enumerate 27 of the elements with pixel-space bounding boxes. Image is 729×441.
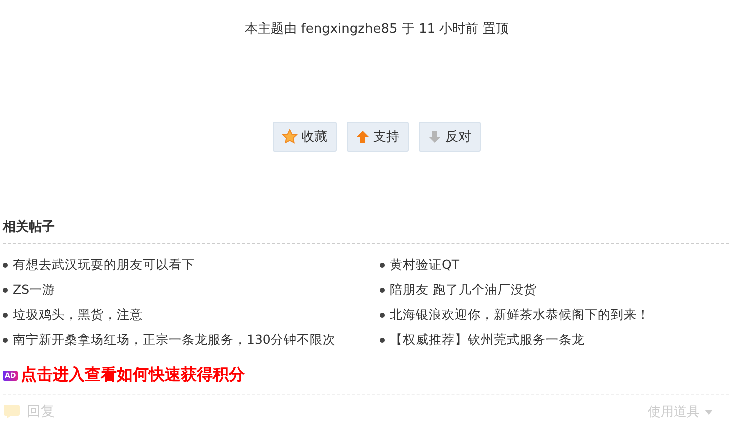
star-icon — [282, 129, 298, 145]
related-post-link[interactable]: ZS一游 — [13, 282, 56, 298]
related-post-link[interactable]: 有想去武汉玩耍的朋友可以看下 — [13, 256, 195, 274]
bullet-icon — [3, 288, 8, 292]
bullet-icon — [3, 338, 8, 342]
bullet-icon — [380, 288, 385, 292]
related-post-link[interactable]: 南宁新开桑拿场红场，正宗一条龙服务，130分钟不限次 — [13, 332, 336, 348]
related-post-link[interactable]: 【权威推荐】钦州莞式服务一条龙 — [390, 332, 585, 348]
related-post-link[interactable]: 陪朋友 跑了几个油厂没货 — [390, 282, 537, 298]
bullet-icon — [380, 338, 385, 342]
arrow-up-icon — [356, 130, 370, 144]
bullet-icon — [3, 262, 8, 268]
bullet-icon — [380, 262, 385, 268]
ad-link[interactable]: 点击进入查看如何快速获得积分 — [21, 365, 246, 386]
oppose-button[interactable]: 反对 — [418, 122, 480, 152]
section-title: 相关帖子 — [3, 218, 56, 237]
pin-notice: 本主题由 fengxingzhe85 于 11 小时前 置顶 — [244, 21, 510, 39]
bullet-icon — [380, 312, 385, 318]
related-post-link[interactable]: 黄村验证QT — [390, 256, 460, 274]
related-post-link[interactable]: 垃圾鸡头，黑货，注意 — [13, 306, 143, 324]
caret-icon — [705, 410, 713, 414]
bullet-icon — [3, 312, 8, 318]
favorite-button[interactable]: 收藏 — [272, 122, 336, 152]
arrow-down-icon — [428, 130, 442, 144]
related-post-link[interactable]: 北海银浪欢迎你，新鲜茶水恭候阁下的到来！ — [390, 306, 650, 324]
support-button[interactable]: 支持 — [346, 122, 408, 152]
speech-bubble-icon — [3, 404, 21, 420]
